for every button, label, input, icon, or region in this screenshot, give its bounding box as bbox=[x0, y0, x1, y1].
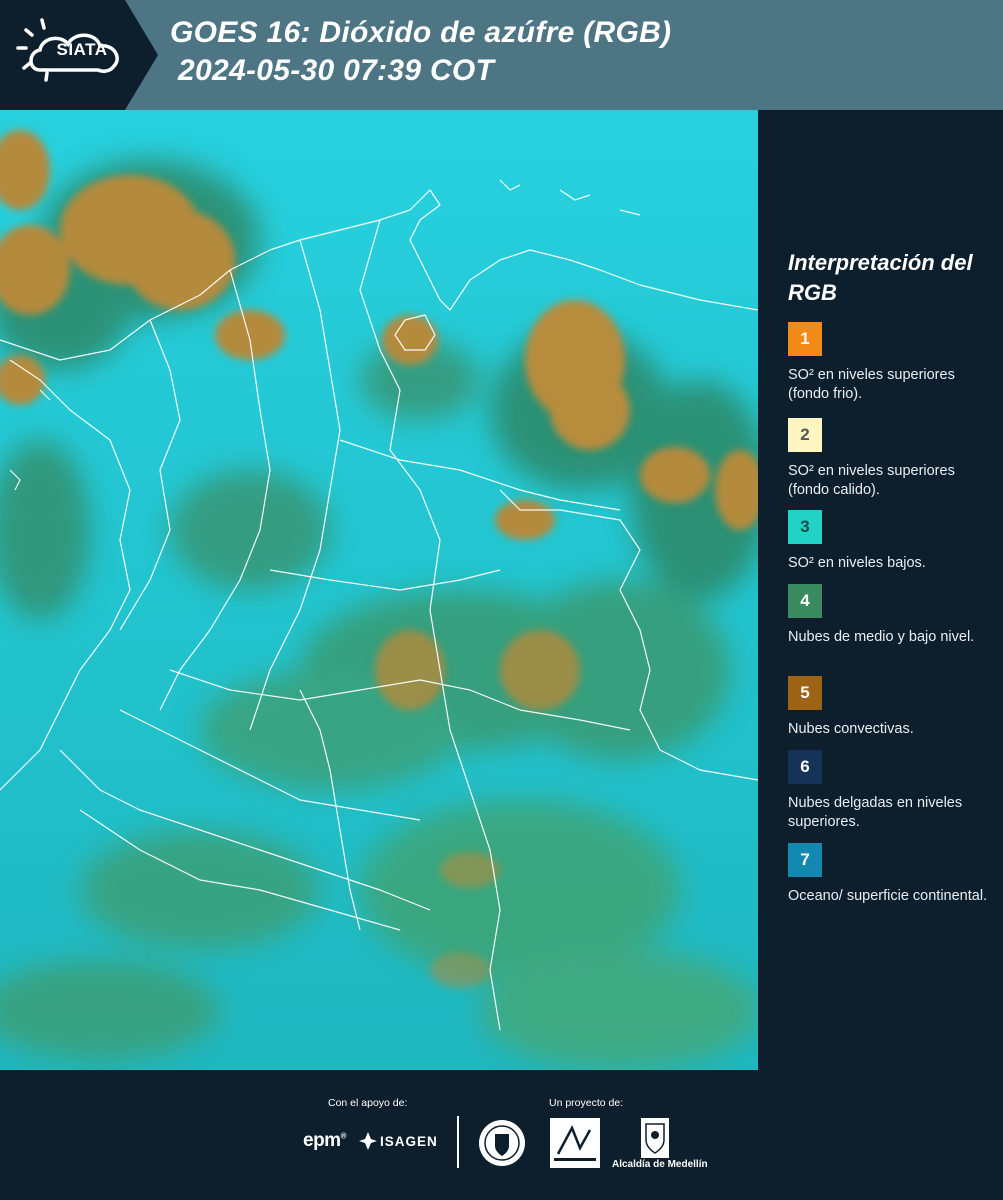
legend-swatch: 5 bbox=[788, 676, 822, 710]
legend-item-6: 6 Nubes delgadas en niveles superiores. bbox=[788, 750, 988, 832]
legend-item-5: 5 Nubes convectivas. bbox=[788, 676, 988, 739]
legend-item-3: 3 SO² en niveles bajos. bbox=[788, 510, 988, 573]
legend-label: Nubes delgadas en niveles superiores. bbox=[788, 795, 963, 830]
legend-swatch: 1 bbox=[788, 322, 822, 356]
legend-item-4: 4 Nubes de medio y bajo nivel. bbox=[788, 584, 988, 647]
legend-number: 1 bbox=[800, 329, 810, 348]
support-label: Con el apoyo de: bbox=[328, 1097, 408, 1109]
legend-swatch: 4 bbox=[788, 584, 822, 618]
isagen-logo-icon bbox=[359, 1132, 377, 1150]
epm-logo-text: epm bbox=[303, 1130, 341, 1151]
legend-label: SO² en niveles superiores (fondo frio). bbox=[788, 367, 955, 402]
siata-logo: SIATA bbox=[0, 0, 160, 110]
satellite-image bbox=[0, 110, 758, 1070]
legend-number: 3 bbox=[800, 517, 810, 536]
alcaldia-logo-text: Alcaldía de Medellín bbox=[612, 1159, 708, 1170]
legend-label: Nubes de medio y bajo nivel. bbox=[788, 629, 975, 645]
project-label: Un proyecto de: bbox=[549, 1097, 624, 1109]
alcaldia-shield-icon bbox=[641, 1118, 669, 1158]
legend-swatch: 3 bbox=[788, 510, 822, 544]
epm-logo: epm® bbox=[303, 1130, 347, 1151]
legend-item-2: 2 SO² en niveles superiores (fondo calid… bbox=[788, 418, 988, 500]
legend-number: 5 bbox=[800, 683, 810, 702]
medellin-seal-icon bbox=[479, 1120, 525, 1166]
legend-label: SO² en niveles superiores (fondo calido)… bbox=[788, 463, 955, 498]
legend-number: 7 bbox=[800, 850, 810, 869]
legend-item-1: 1 SO² en niveles superiores (fondo frio)… bbox=[788, 322, 988, 404]
title-timestamp: 2024-05-30 07:39 COT bbox=[178, 54, 495, 87]
legend-label: SO² en niveles bajos. bbox=[788, 555, 926, 571]
title-product: GOES 16: Dióxido de azúfre (RGB) bbox=[170, 16, 672, 49]
legend-swatch: 6 bbox=[788, 750, 822, 784]
legend-panel: Interpretación del RGB 1 SO² en niveles … bbox=[760, 110, 1003, 1070]
legend-number: 4 bbox=[800, 591, 810, 610]
legend-number: 6 bbox=[800, 757, 810, 776]
footer: Con el apoyo de: Un proyecto de: epm® IS… bbox=[0, 1070, 1003, 1200]
legend-title: Interpretación del RGB bbox=[788, 250, 973, 305]
logo-text: SIATA bbox=[56, 40, 108, 59]
header-bar: SIATA GOES 16: Dióxido de azúfre (RGB) 2… bbox=[0, 0, 1003, 110]
legend-swatch: 7 bbox=[788, 843, 822, 877]
legend-number: 2 bbox=[800, 425, 810, 444]
satellite-map bbox=[0, 110, 758, 1070]
legend-label: Oceano/ superficie continental. bbox=[788, 888, 988, 904]
area-metropolitana-logo-icon bbox=[550, 1118, 600, 1168]
legend-label: Nubes convectivas. bbox=[788, 721, 914, 737]
isagen-logo-text: ISAGEN bbox=[380, 1134, 438, 1149]
legend-swatch: 2 bbox=[788, 418, 822, 452]
footer-divider bbox=[457, 1116, 459, 1168]
legend-item-7: 7 Oceano/ superficie continental. bbox=[788, 843, 988, 906]
page-title: GOES 16: Dióxido de azúfre (RGB) 2024-05… bbox=[170, 14, 671, 90]
